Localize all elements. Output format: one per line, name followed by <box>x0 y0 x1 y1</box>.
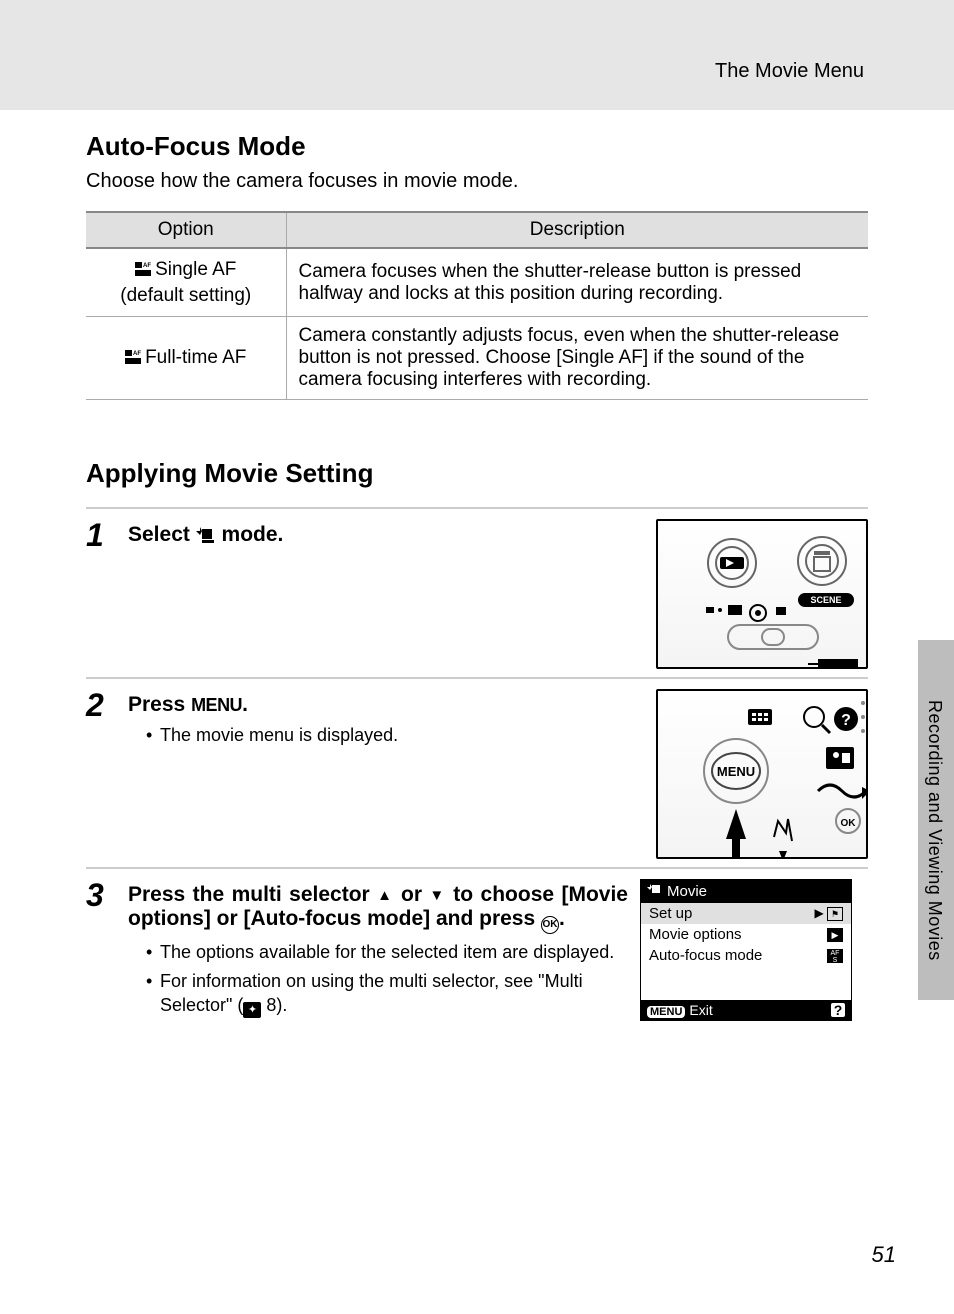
divider <box>86 677 868 679</box>
step-1-title: Select mode. <box>128 523 644 549</box>
step-2: 2 Press MENU. The movie menu is displaye… <box>86 689 868 859</box>
step-3: 3 Press the multi selector ▲ or ▼ to cho… <box>86 879 868 1022</box>
down-triangle-icon: ▼ <box>429 887 445 904</box>
svg-text:MENU: MENU <box>717 764 755 779</box>
th-option: Option <box>86 212 286 248</box>
step-1: 1 Select mode. SCENE <box>86 519 868 669</box>
movie-menu-screen: Movie Set up ▶ ⚑ Movie options ▶ Auto-fo… <box>640 879 852 1021</box>
svg-text:OK: OK <box>841 818 857 829</box>
step2-bullet: The movie menu is displayed. <box>146 723 644 747</box>
step-number: 1 <box>86 519 128 551</box>
step1-pre: Select <box>128 523 196 546</box>
auto-focus-table: Option Description AF Single AF (default … <box>86 211 868 400</box>
menu-row-movie-options: Movie options ▶ <box>641 924 851 945</box>
footer-exit: Exit <box>689 1002 712 1018</box>
auto-focus-icon: AFS <box>827 949 843 963</box>
menu-row-setup: Set up ▶ ⚑ <box>641 903 851 924</box>
page-number: 51 <box>872 1242 896 1268</box>
option-line2: (default setting) <box>120 285 251 306</box>
step3-bullet-2: For information on using the multi selec… <box>146 969 628 1018</box>
setup-icon: ⚑ <box>827 907 843 921</box>
menu-row-auto-focus: Auto-focus mode AFS <box>641 945 851 966</box>
heading-applying-movie-setting: Applying Movie Setting <box>86 458 868 489</box>
step-3-title: Press the multi selector ▲ or ▼ to choos… <box>128 883 628 934</box>
intro-text: Choose how the camera focuses in movie m… <box>86 170 868 193</box>
bullet2-pre: For information on using the multi selec… <box>160 971 583 1015</box>
footer-help-icon: ? <box>831 1003 845 1017</box>
svg-text:SCENE: SCENE <box>810 595 841 605</box>
cell-description: Camera constantly adjusts focus, even wh… <box>286 317 868 400</box>
running-header: The Movie Menu <box>86 60 868 83</box>
step2-post: . <box>242 693 248 716</box>
up-triangle-icon: ▲ <box>377 887 393 904</box>
side-section-label: Recording and Viewing Movies <box>924 700 945 961</box>
illustration-mode-dial: SCENE <box>656 519 868 669</box>
af-s-icon: AF <box>135 262 151 276</box>
menu-row-label: Movie options <box>649 926 742 943</box>
ok-button-icon: OK <box>541 916 559 934</box>
option-line1: Single AF <box>155 259 236 280</box>
step3-bullet-1: The options available for the selected i… <box>146 940 628 964</box>
movie-options-icon: ▶ <box>827 928 843 942</box>
cell-description: Camera focuses when the shutter-release … <box>286 248 868 317</box>
cell-option: AF Full-time AF <box>86 317 286 400</box>
page-content: The Movie Menu Auto-Focus Mode Choose ho… <box>0 0 954 1022</box>
step-number: 3 <box>86 879 128 911</box>
step3-text: Press the multi selector ▲ or ▼ to choos… <box>128 883 628 930</box>
cell-option: AF Single AF (default setting) <box>86 248 286 317</box>
svg-text:AF: AF <box>133 351 141 357</box>
table-row: AF Full-time AF Camera constantly adjusts… <box>86 317 868 400</box>
bullet2-ref: 8). <box>261 995 287 1015</box>
step-number: 2 <box>86 689 128 721</box>
footer-menu-label: MENU <box>647 1006 685 1018</box>
table-row: AF Single AF (default setting) Camera foc… <box>86 248 868 317</box>
step2-pre: Press <box>128 693 191 716</box>
menu-title: Movie <box>667 883 707 900</box>
divider <box>86 867 868 869</box>
page-ref-icon: ✦ <box>243 1002 261 1018</box>
svg-text:AF: AF <box>143 263 151 269</box>
menu-button-label: MENU <box>191 695 242 715</box>
menu-row-label: Auto-focus mode <box>649 947 762 964</box>
selection-arrow-icon: ▶ ⚑ <box>814 906 843 921</box>
menu-spacer <box>641 966 851 1000</box>
step1-post: mode. <box>216 523 284 546</box>
illustration-menu-button: ? MENU OK <box>656 689 868 859</box>
menu-header: Movie <box>641 880 851 903</box>
movie-mode-icon <box>196 525 216 549</box>
af-f-icon: AF <box>125 350 141 364</box>
step-2-title: Press MENU. <box>128 693 644 717</box>
menu-row-label: Set up <box>649 905 692 922</box>
svg-text:?: ? <box>841 712 851 729</box>
th-description: Description <box>286 212 868 248</box>
heading-auto-focus-mode: Auto-Focus Mode <box>86 131 868 162</box>
movie-icon <box>647 883 661 900</box>
option-line1: Full-time AF <box>145 347 246 368</box>
menu-footer: MENU Exit ? <box>641 1000 851 1020</box>
divider <box>86 507 868 509</box>
